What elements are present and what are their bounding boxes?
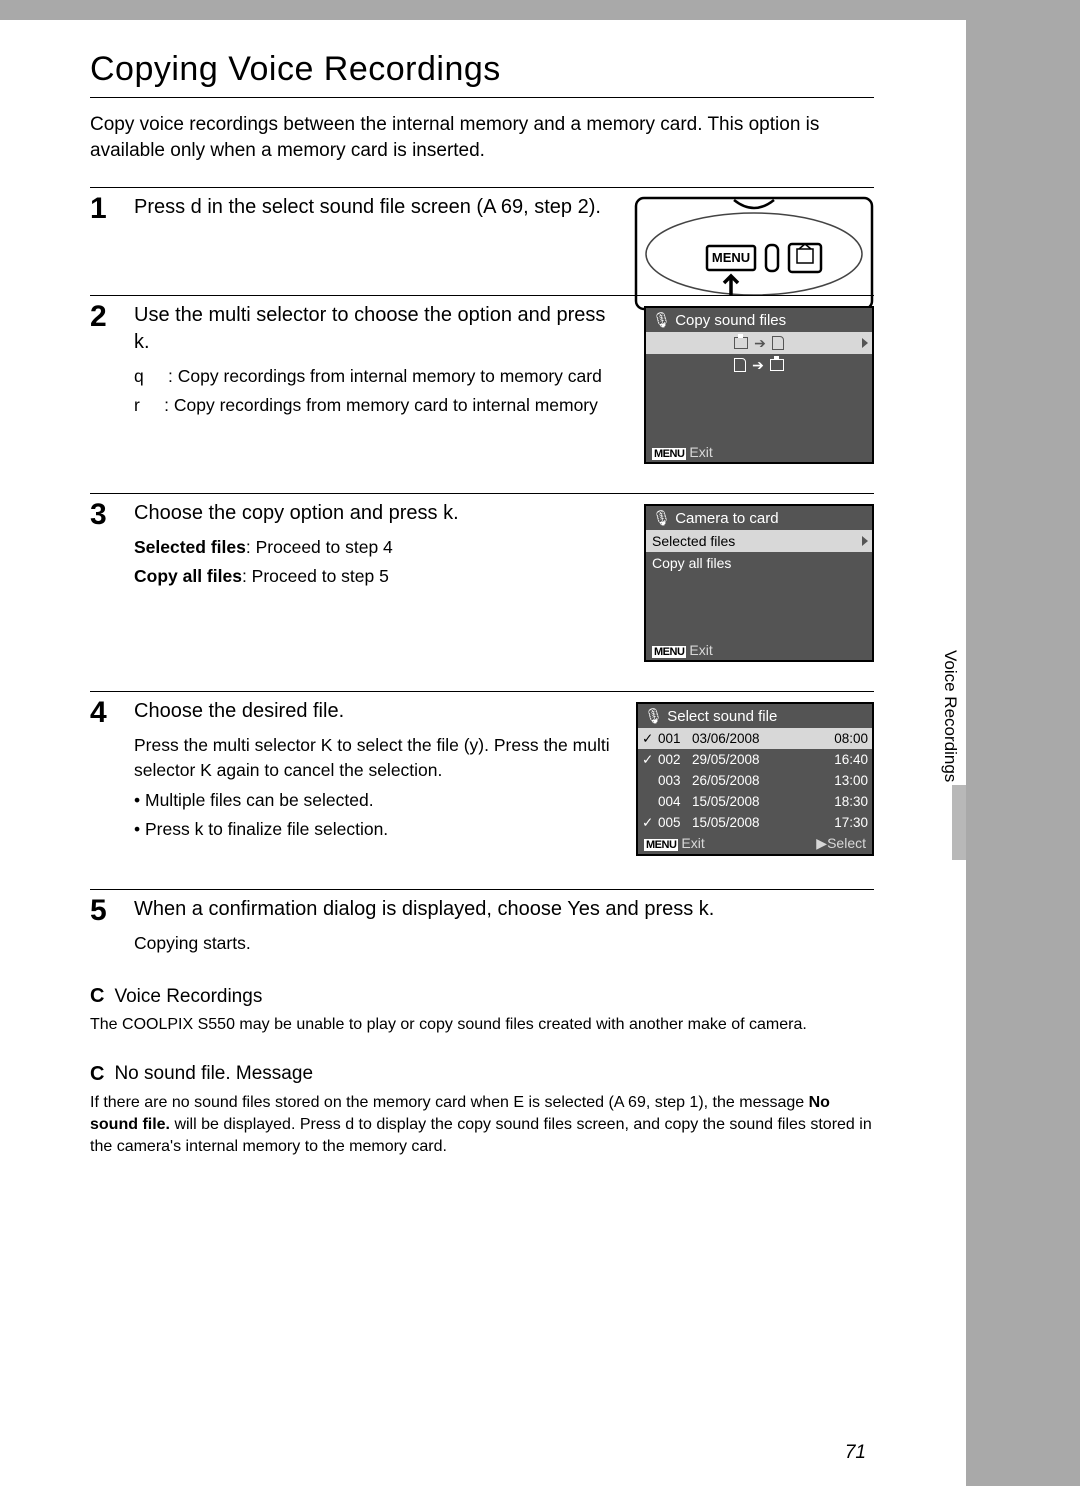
screen-select-sound-file: 🎙 Select sound file ✓00103/06/200808:00 … <box>636 702 874 856</box>
copy-direction-option: ➔ <box>646 354 872 376</box>
note-icon: C <box>90 985 104 1008</box>
note-body: If there are no sound files stored on th… <box>90 1092 874 1159</box>
note-title: No sound file. Message <box>114 1063 313 1085</box>
step-number: 4 <box>90 698 120 728</box>
page-number: 71 <box>845 1442 866 1464</box>
screen-title: 🎙 Camera to card <box>646 506 872 530</box>
file-row: 00415/05/200818:30 <box>638 791 872 812</box>
step-number: 2 <box>90 302 120 332</box>
step-5: 5 When a confirmation dialog is displaye… <box>90 889 874 959</box>
side-tab: Voice Recordings <box>934 640 966 870</box>
file-row: ✓00229/05/200816:40 <box>638 749 872 770</box>
step-description: Selected files: Proceed to step 4 Copy a… <box>134 535 624 588</box>
screen-camera-to-card: 🎙 Camera to card Selected files Copy all… <box>644 504 874 662</box>
option-copy-all-files: Copy all files <box>646 552 872 574</box>
select-action: ▶Select <box>816 835 866 852</box>
file-row: ✓00515/05/200817:30 <box>638 812 872 833</box>
step-1: 1 Press d in the select sound file scree… <box>90 187 874 277</box>
bullet-item: Multiple files can be selected. <box>134 788 624 813</box>
bullet-item: Press k to finalize file selection. <box>134 817 624 842</box>
step-heading: When a confirmation dialog is displayed,… <box>134 896 874 923</box>
step-heading: Choose the desired file. <box>134 698 624 725</box>
page-title: Copying Voice Recordings <box>90 50 874 98</box>
menu-exit: MENUExit <box>652 642 713 658</box>
step-number: 3 <box>90 500 120 530</box>
note-no-sound-file: C No sound file. Message If there are no… <box>90 1063 874 1159</box>
menu-exit: MENUExit <box>644 835 705 852</box>
file-row: ✓00103/06/200808:00 <box>638 728 872 749</box>
side-tab-indicator <box>952 785 966 860</box>
copy-direction-option: ➔ <box>646 332 872 354</box>
note-icon: C <box>90 1063 104 1086</box>
step-description: Copying starts. <box>134 931 874 956</box>
intro-text: Copy voice recordings between the intern… <box>90 112 874 163</box>
menu-exit: MENUExit <box>652 444 713 460</box>
step-4: 4 Choose the desired file. Press the mul… <box>90 691 874 871</box>
step-number: 5 <box>90 896 120 926</box>
step-description: Press the multi selector K to select the… <box>134 733 624 841</box>
svg-text:MENU: MENU <box>712 250 750 265</box>
step-description: q : Copy recordings from internal memory… <box>134 364 624 417</box>
option-selected-files: Selected files <box>646 530 872 552</box>
file-row: 00326/05/200813:00 <box>638 770 872 791</box>
step-heading: Press d in the select sound file screen … <box>134 194 624 221</box>
step-number: 1 <box>90 194 120 224</box>
screen-title: 🎙 Select sound file <box>638 704 872 728</box>
camera-diagram: MENU <box>634 196 874 311</box>
step-2: 2 Use the multi selector to choose the o… <box>90 295 874 475</box>
note-title: Voice Recordings <box>114 986 262 1008</box>
side-tab-label: Voice Recordings <box>940 640 960 782</box>
step-3: 3 Choose the copy option and press k. Se… <box>90 493 874 673</box>
screen-title: 🎙 Copy sound files <box>646 308 872 332</box>
note-body: The COOLPIX S550 may be unable to play o… <box>90 1014 874 1036</box>
step-heading: Choose the copy option and press k. <box>134 500 624 527</box>
step-heading: Use the multi selector to choose the opt… <box>134 302 624 356</box>
screen-copy-sound-files: 🎙 Copy sound files ➔ ➔ MENUExit <box>644 306 874 464</box>
note-voice-recordings: C Voice Recordings The COOLPIX S550 may … <box>90 985 874 1036</box>
